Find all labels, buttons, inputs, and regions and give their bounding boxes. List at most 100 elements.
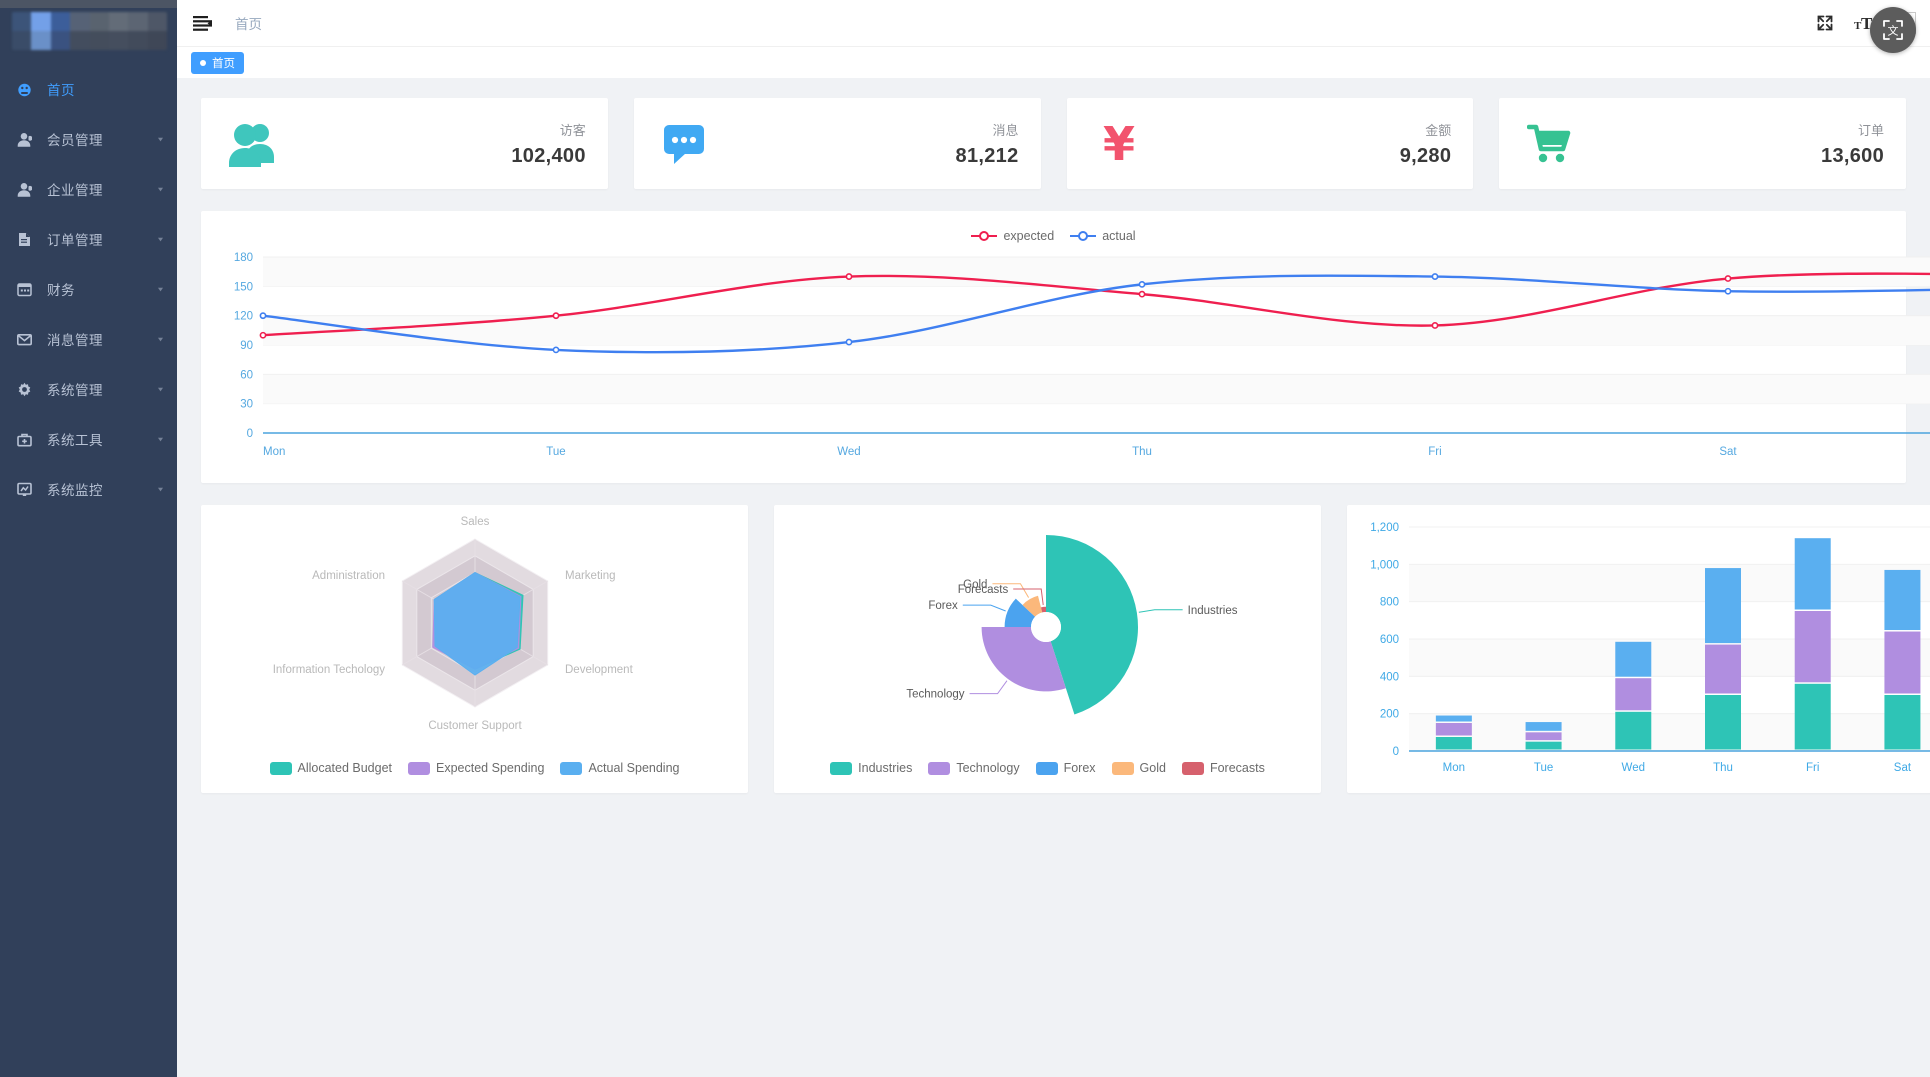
hamburger-collapse-icon[interactable] — [193, 15, 213, 31]
sidebar-item-1[interactable]: 会员管理▾ — [0, 114, 177, 164]
svg-text:¥: ¥ — [1102, 120, 1134, 168]
line-chart[interactable]: 0306090120150180MonTueWedThuFriSatSun — [201, 211, 1930, 483]
svg-text:Mon: Mon — [1443, 762, 1465, 774]
chevron-down-icon[interactable]: ▾ — [158, 235, 163, 243]
legend-item-0[interactable]: expected — [971, 229, 1054, 243]
chevron-down-icon[interactable]: ▾ — [158, 335, 163, 343]
legend-label: actual — [1102, 229, 1135, 243]
toolbox-icon — [16, 431, 33, 448]
sidebar-item-2[interactable]: 企业管理▾ — [0, 164, 177, 214]
legend-line-marker — [1070, 230, 1096, 242]
stat-card-messages[interactable]: 消息 81,212 — [634, 98, 1041, 189]
sidebar-item-8[interactable]: 系统监控▾ — [0, 464, 177, 514]
stat-text: 金额 9,280 — [1400, 120, 1452, 168]
radar-chart[interactable]: SalesMarketingDevelopmentCustomer Suppor… — [201, 505, 748, 753]
legend-swatch — [1112, 762, 1134, 775]
sidebar-top-shade — [0, 0, 177, 8]
legend-swatch — [928, 762, 950, 775]
sidebar-item-label: 企业管理 — [47, 179, 158, 199]
sidebar-item-label: 系统工具 — [47, 429, 158, 449]
stat-card-orders[interactable]: 订单 13,600 — [1499, 98, 1906, 189]
chevron-down-icon[interactable]: ▾ — [158, 485, 163, 493]
dashboard-icon — [16, 81, 33, 98]
monitor-icon — [16, 481, 33, 498]
svg-text:90: 90 — [240, 340, 253, 352]
translate-icon[interactable]: 文 — [1870, 7, 1916, 53]
stat-value: 9,280 — [1400, 145, 1452, 168]
legend-item-4[interactable]: Forecasts — [1182, 761, 1265, 775]
legend-swatch — [408, 762, 430, 775]
svg-text:Administration: Administration — [312, 570, 385, 582]
svg-text:1,200: 1,200 — [1370, 522, 1399, 534]
svg-text:60: 60 — [240, 369, 253, 381]
legend-item-2[interactable]: Forex — [1036, 761, 1096, 775]
svg-text:Mon: Mon — [263, 446, 285, 458]
stat-label: 消息 — [956, 120, 1019, 139]
chevron-down-icon[interactable]: ▾ — [158, 385, 163, 393]
stat-card-visitors[interactable]: 访客 102,400 — [201, 98, 608, 189]
gear-icon — [16, 381, 33, 398]
stat-value: 102,400 — [511, 145, 585, 168]
svg-text:Industries: Industries — [1188, 605, 1238, 617]
stat-card-amount[interactable]: ¥ 金额 9,280 — [1067, 98, 1474, 189]
chevron-down-icon[interactable]: ▾ — [158, 285, 163, 293]
legend-item-2[interactable]: Actual Spending — [560, 761, 679, 775]
chevron-down-icon[interactable]: ▾ — [158, 435, 163, 443]
sidebar-item-label: 系统监控 — [47, 479, 158, 499]
svg-text:Technology: Technology — [906, 689, 964, 701]
calendar-icon — [16, 281, 33, 298]
sidebar-item-label: 财务 — [47, 279, 158, 299]
app-logo[interactable] — [12, 12, 167, 50]
sidebar-item-7[interactable]: 系统工具▾ — [0, 414, 177, 464]
sidebar-item-4[interactable]: 财务▾ — [0, 264, 177, 314]
legend-item-0[interactable]: Industries — [830, 761, 912, 775]
svg-text:800: 800 — [1380, 597, 1399, 609]
svg-text:Thu: Thu — [1132, 446, 1152, 458]
svg-text:600: 600 — [1380, 634, 1399, 646]
sidebar-item-6[interactable]: 系统管理▾ — [0, 364, 177, 414]
radar-chart-legend: Allocated Budget Expected Spending Actual … — [201, 761, 748, 775]
app-root: 首页会员管理▾企业管理▾订单管理▾财务▾消息管理▾系统管理▾系统工具▾系统监控▾… — [0, 0, 1930, 1077]
user-icon — [16, 131, 33, 148]
legend-item-1[interactable]: Technology — [928, 761, 1019, 775]
sidebar-item-label: 系统管理 — [47, 379, 158, 399]
stat-text: 订单 13,600 — [1821, 120, 1884, 168]
sidebar-item-label: 订单管理 — [47, 229, 158, 249]
rose-chart[interactable]: IndustriesTechnologyForexGoldForecasts — [774, 505, 1321, 753]
svg-text:Fri: Fri — [1806, 762, 1819, 774]
breadcrumb[interactable]: 首页 — [235, 13, 262, 33]
tab-label: 首页 — [212, 55, 235, 71]
svg-text:Tue: Tue — [1534, 762, 1553, 774]
stat-value: 13,600 — [1821, 145, 1884, 168]
svg-text:Sat: Sat — [1719, 446, 1737, 458]
tab-home[interactable]: 首页 — [191, 52, 244, 74]
sidebar-item-0[interactable]: 首页 — [0, 64, 177, 114]
legend-label: Expected Spending — [436, 761, 544, 775]
svg-text:120: 120 — [234, 311, 253, 323]
content-area: 访客 102,400 消 — [177, 78, 1930, 1077]
sidebar-item-label: 首页 — [47, 79, 163, 99]
sidebar-item-5[interactable]: 消息管理▾ — [0, 314, 177, 364]
legend-item-0[interactable]: Allocated Budget — [270, 761, 393, 775]
svg-text:Tue: Tue — [546, 446, 565, 458]
legend-item-1[interactable]: Expected Spending — [408, 761, 544, 775]
chat-icon — [662, 119, 716, 169]
mail-icon — [16, 331, 33, 348]
svg-text:180: 180 — [234, 252, 253, 264]
line-chart-legend: expected actual — [201, 229, 1906, 243]
legend-item-3[interactable]: Gold — [1112, 761, 1166, 775]
legend-item-1[interactable]: actual — [1070, 229, 1135, 243]
svg-text:Information Techology: Information Techology — [273, 664, 386, 676]
fullscreen-icon[interactable] — [1816, 14, 1834, 32]
svg-text:30: 30 — [240, 399, 253, 411]
chevron-down-icon[interactable]: ▾ — [158, 185, 163, 193]
chevron-down-icon[interactable]: ▾ — [158, 135, 163, 143]
sidebar-item-3[interactable]: 订单管理▾ — [0, 214, 177, 264]
bar-chart[interactable]: 02004006008001,0001,200MonTueWedThuFriSa… — [1347, 505, 1930, 793]
users-icon — [229, 119, 283, 169]
main-area: 首页 T T — [177, 0, 1930, 1077]
yen-icon: ¥ — [1095, 119, 1149, 169]
legend-swatch — [1036, 762, 1058, 775]
rose-chart-panel: Industries Technology Forex Gold Forecasts I… — [774, 505, 1321, 793]
svg-text:400: 400 — [1380, 671, 1399, 683]
